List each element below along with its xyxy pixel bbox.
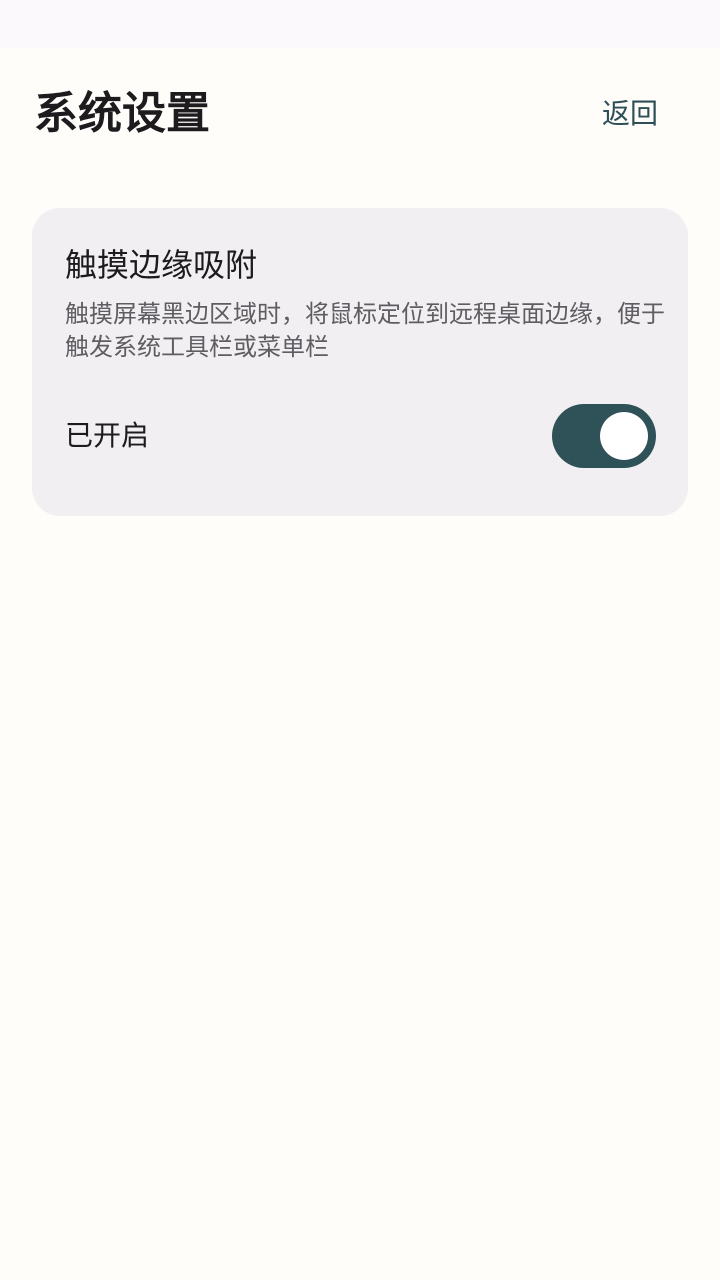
toggle-status-label: 已开启 (65, 419, 150, 452)
edge-snap-toggle-switch[interactable] (552, 404, 656, 468)
status-bar (0, 0, 720, 48)
back-button[interactable]: 返回 (590, 90, 670, 138)
setting-title: 触摸边缘吸附 (65, 246, 258, 284)
app-header: 系统设置 返回 (0, 48, 720, 178)
setting-description: 触摸屏幕黑边区域时，将鼠标定位到远程桌面边缘，便于触发系统工具栏或菜单栏 (65, 300, 665, 361)
switch-thumb (600, 412, 648, 460)
page-title: 系统设置 (34, 88, 210, 139)
edge-snap-setting-card: 触摸边缘吸附 触摸屏幕黑边区域时，将鼠标定位到远程桌面边缘，便于触发系统工具栏或… (32, 208, 688, 516)
toggle-row: 已开启 (65, 404, 657, 468)
